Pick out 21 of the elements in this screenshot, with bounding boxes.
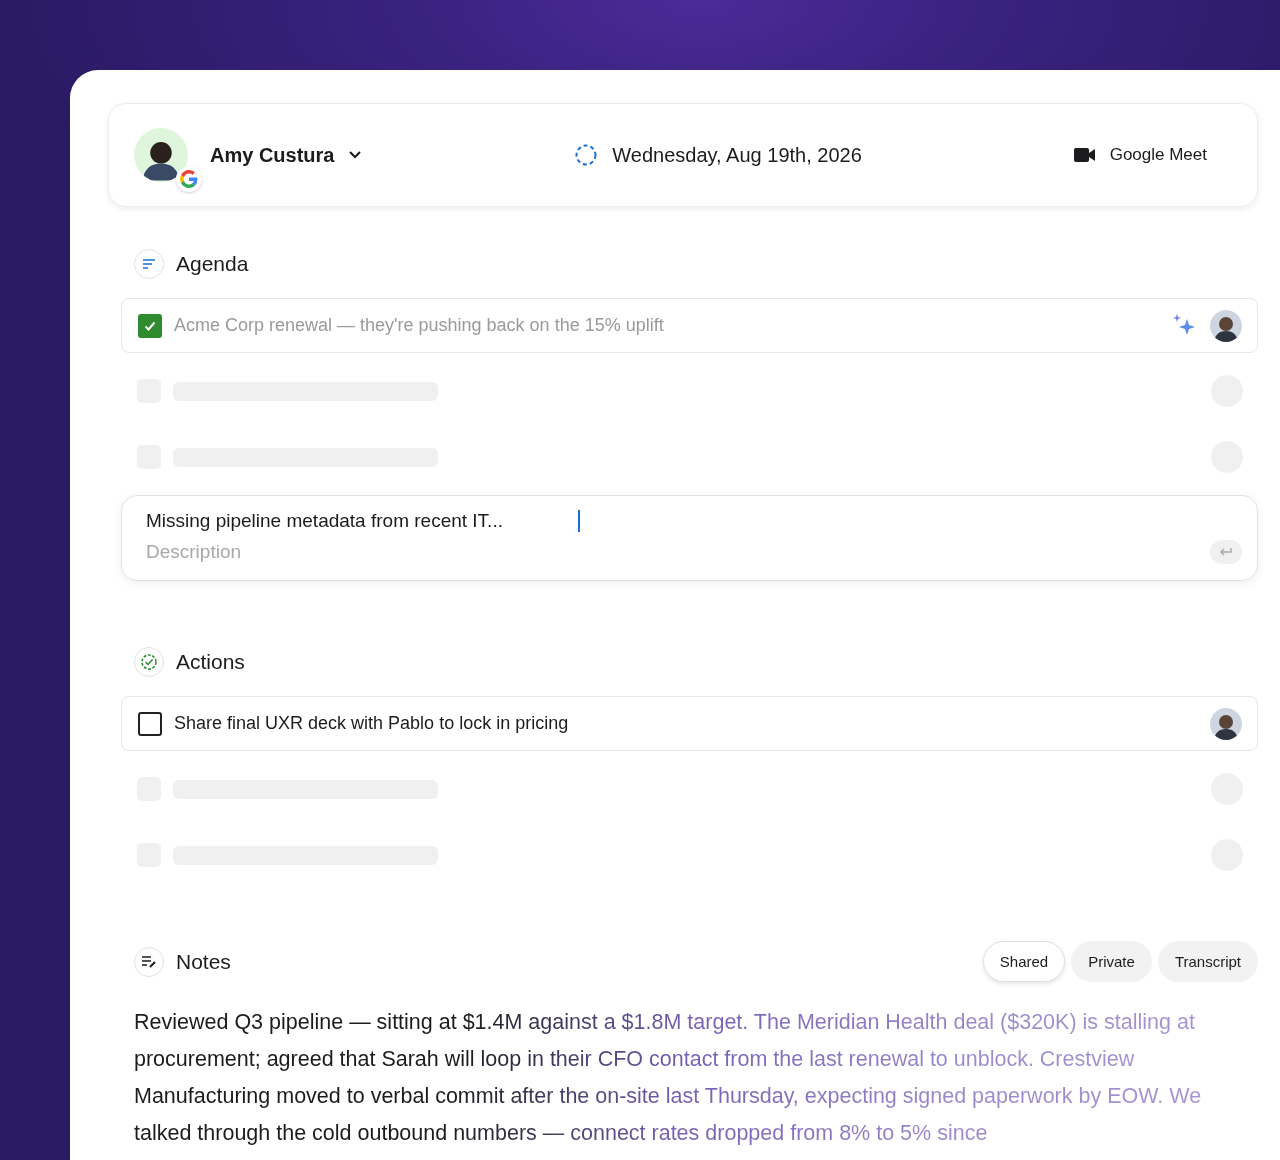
notes-tab[interactable]: Shared [982, 941, 1066, 982]
checkbox[interactable] [138, 313, 162, 338]
user-name[interactable]: Amy Custura [210, 143, 335, 167]
return-arrow-icon [1219, 547, 1233, 557]
notes-tab[interactable]: Private [1071, 941, 1152, 982]
section-title: Agenda [176, 252, 249, 276]
video-camera-icon [1073, 147, 1096, 163]
dashed-circle-icon [574, 143, 599, 167]
task-row[interactable]: Share final UXR deck with Pablo to lock in pricing [121, 696, 1258, 751]
title-input[interactable]: Missing pipeline metadata from recent IT... [146, 510, 580, 532]
chevron-down-icon[interactable] [348, 150, 363, 160]
task-text: Share final UXR deck with Pablo to lock in pricing [174, 713, 570, 734]
meeting-platform: Google Meet [1109, 145, 1207, 165]
section-title: Notes [176, 949, 231, 974]
meeting-date: Wednesday, Aug 19th, 2026 [612, 143, 862, 167]
new-item-editor[interactable]: Missing pipeline metadata from recent IT... Description [121, 495, 1258, 581]
checkbox[interactable] [138, 711, 162, 736]
google-badge-icon [176, 166, 202, 192]
task-text: Acme Corp renewal — they're pushing back on the 15% uplift [174, 315, 665, 336]
notes-tab[interactable]: Transcript [1157, 941, 1258, 982]
section-title: Actions [176, 650, 245, 674]
